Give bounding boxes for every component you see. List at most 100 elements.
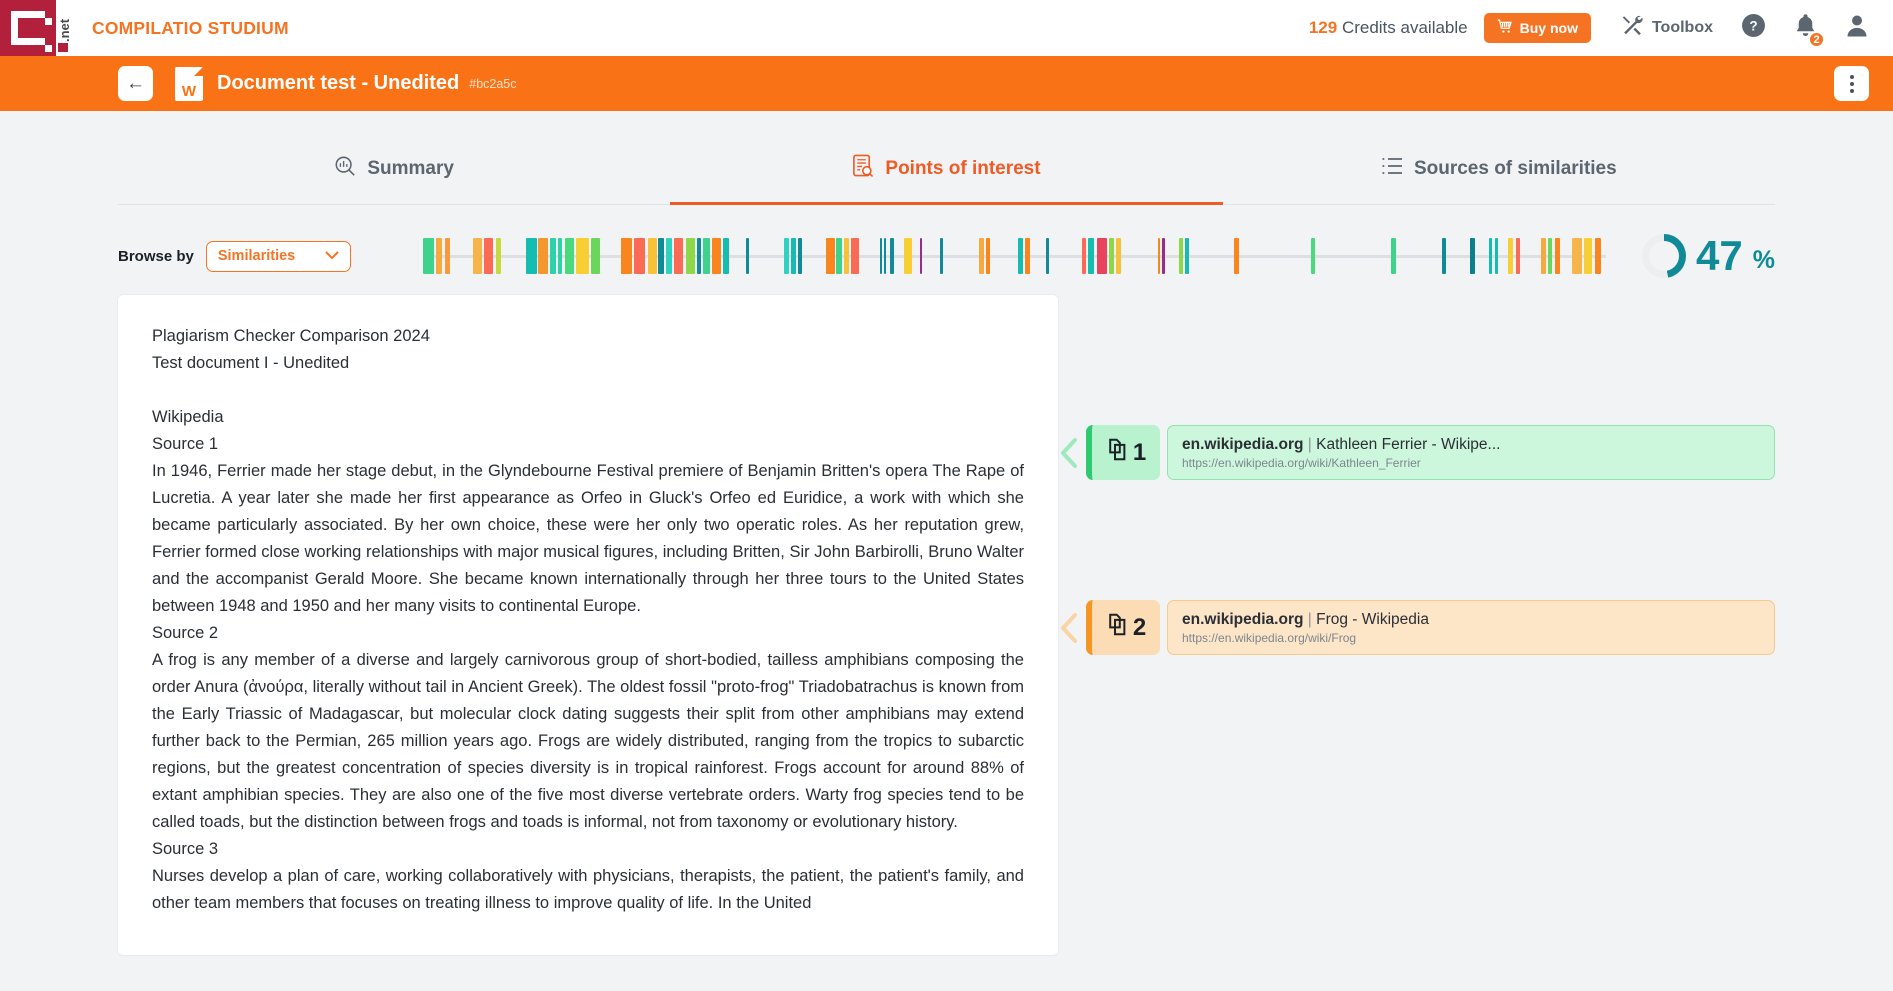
similarity-mark[interactable] [685,238,695,274]
similarity-mark[interactable] [1442,238,1446,274]
similarity-mark[interactable] [1572,238,1583,274]
similarity-mark[interactable] [1157,238,1161,274]
document-options-menu-button[interactable] [1834,66,1869,101]
similarity-mark[interactable] [745,238,750,274]
similarity-mark[interactable] [1024,238,1030,274]
similarity-mark[interactable] [1088,238,1095,274]
source-number-badge[interactable]: 2 [1086,600,1160,655]
similarity-mark[interactable] [1584,238,1593,274]
similarity-mark[interactable] [920,238,923,274]
chevron-left-icon[interactable] [1058,600,1080,655]
chevron-left-icon[interactable] [1058,425,1080,480]
similarity-mark[interactable] [435,238,442,274]
similarity-mark[interactable] [1045,238,1049,274]
similarity-mark[interactable] [979,238,984,274]
similarity-mark[interactable] [1554,238,1560,274]
help-button[interactable]: ? [1741,13,1766,43]
similarity-mark[interactable] [1489,238,1493,274]
similarity-mark[interactable] [621,238,633,274]
similarity-mark[interactable] [722,238,729,274]
similarity-mark[interactable] [526,238,537,274]
similarity-mark[interactable] [1494,238,1498,274]
similarity-mark[interactable] [836,238,842,274]
similarity-mark[interactable] [1548,238,1553,274]
source-domain: en.wikipedia.org [1182,611,1304,628]
tab-points-of-interest[interactable]: Points of interest [670,135,1223,205]
similarity-mark[interactable] [575,238,589,274]
similarity-mark[interactable] [558,238,563,274]
document-header-bar: ← W Document test - Unedited #bc2a5c [0,56,1893,111]
buy-now-button[interactable]: Buy now [1483,13,1591,43]
similarity-mark[interactable] [1234,238,1239,274]
similarity-mark[interactable] [590,238,600,274]
similarity-mark[interactable] [1108,238,1115,274]
similarity-mark[interactable] [696,238,702,274]
similarity-mark[interactable] [1515,238,1521,274]
similarity-mark[interactable] [797,238,802,274]
similarity-mark[interactable] [791,238,796,274]
source-url[interactable]: https://en.wikipedia.org/wiki/Frog [1182,631,1760,645]
tab-summary-label: Summary [367,157,454,179]
logo-net-text: .net [57,18,72,42]
similarity-mark[interactable] [666,238,673,274]
source-url[interactable]: https://en.wikipedia.org/wiki/Kathleen_F… [1182,456,1760,470]
source-item[interactable]: 2 en.wikipedia.org | Frog - Wikipedia http… [1058,600,1775,655]
similarity-mark[interactable] [826,238,835,274]
similarity-mark[interactable] [1310,238,1315,274]
similarity-mark[interactable] [1162,238,1165,274]
similarity-mark[interactable] [1391,238,1396,274]
similarity-mark[interactable] [483,238,494,274]
similarity-mark[interactable] [843,238,850,274]
source-page-title: Kathleen Ferrier - Wikipe... [1316,436,1501,453]
toolbox-button[interactable]: Toolbox [1621,14,1713,42]
notifications-button[interactable]: 2 [1794,13,1825,48]
similarity-mark[interactable] [634,238,646,274]
similarity-mark[interactable] [473,238,483,274]
similarity-mark[interactable] [1096,238,1107,274]
similarity-mark[interactable] [985,238,991,274]
similarity-mark[interactable] [422,238,434,274]
similarity-mark[interactable] [1540,238,1546,274]
similarity-mark[interactable] [647,238,657,274]
similarity-mark[interactable] [1469,238,1475,274]
similarity-mark[interactable] [879,238,882,274]
tab-summary[interactable]: Summary [118,135,670,205]
similarity-mark[interactable] [1116,238,1122,274]
similarity-mark[interactable] [1081,238,1087,274]
similarity-mark[interactable] [1185,238,1190,274]
back-button[interactable]: ← [118,66,153,101]
similarity-mark[interactable] [550,238,556,274]
similarity-mark[interactable] [903,238,912,274]
similarity-mark[interactable] [1507,238,1513,274]
similarity-mark[interactable] [673,238,684,274]
source-number-badge[interactable]: 1 [1086,425,1160,480]
source-item[interactable]: 1 en.wikipedia.org | Kathleen Ferrier - W… [1058,425,1775,480]
top-header-bar: .net COMPILATIO STUDIUM 129 Credits avai… [0,0,1893,56]
similarity-mark[interactable] [783,238,789,274]
browse-by-select[interactable]: Similarities [205,240,351,272]
doc-source2-label: Source 2 [152,624,219,642]
document-text-panel[interactable]: Plagiarism Checker Comparison 2024 Test … [118,295,1058,955]
buy-now-label: Buy now [1519,20,1578,36]
similarity-mark[interactable] [658,238,664,274]
similarity-mark[interactable] [564,238,574,274]
credits-status: 129 Credits available [1309,18,1468,38]
user-account-button[interactable] [1845,13,1869,43]
similarity-mark[interactable] [884,238,887,274]
similarity-mark[interactable] [703,238,711,274]
similarity-mark[interactable] [889,238,895,274]
similarity-mark[interactable] [1018,238,1024,274]
similarity-mark[interactable] [1595,238,1601,274]
source-card[interactable]: en.wikipedia.org | Kathleen Ferrier - Wi… [1167,425,1775,480]
similarity-mark[interactable] [939,238,944,274]
similarity-mark[interactable] [495,238,501,274]
tab-sources-of-similarities[interactable]: Sources of similarities [1223,135,1775,205]
similarity-mark[interactable] [538,238,548,274]
source-card[interactable]: en.wikipedia.org | Frog - Wikipedia https… [1167,600,1775,655]
similarity-mark[interactable] [851,238,859,274]
similarity-mark[interactable] [1178,238,1183,274]
compilatio-logo[interactable]: .net [0,0,74,56]
similarity-mark[interactable] [444,238,451,274]
similarity-mark[interactable] [711,238,721,274]
similarity-map-chart[interactable] [422,236,1607,276]
